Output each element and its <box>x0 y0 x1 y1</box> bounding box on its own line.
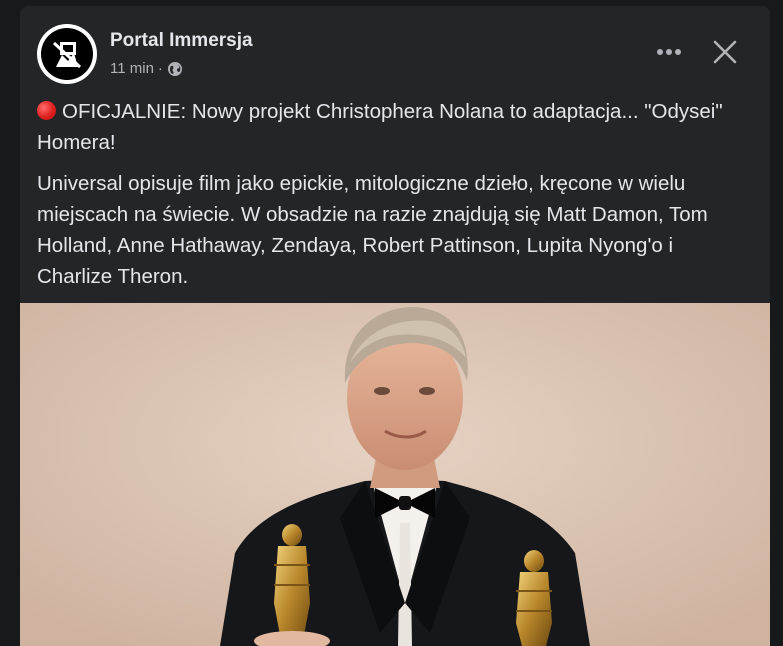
post-photo[interactable] <box>20 303 770 646</box>
headline-text: OFICJALNIE: Nowy projekt Christophera No… <box>37 100 723 154</box>
post-text: OFICJALNIE: Nowy projekt Christophera No… <box>37 96 752 292</box>
red-circle-icon <box>37 101 56 120</box>
photo-illustration <box>20 303 770 646</box>
page-avatar[interactable] <box>37 24 97 84</box>
post-header: Portal Immersja 11 min · <box>20 6 770 94</box>
logo-icon <box>52 41 82 69</box>
post-meta: 11 min · <box>110 60 183 77</box>
post-time[interactable]: 11 min <box>110 60 154 77</box>
meta-separator: · <box>157 60 163 77</box>
page-name[interactable]: Portal Immersja <box>110 30 253 52</box>
more-options-button[interactable] <box>647 34 691 70</box>
post-headline: OFICJALNIE: Nowy projekt Christophera No… <box>37 96 752 158</box>
close-button[interactable] <box>703 30 747 74</box>
globe-icon[interactable] <box>167 61 183 77</box>
more-options-icon <box>657 49 681 55</box>
page-logo <box>41 28 93 80</box>
close-icon <box>713 40 737 64</box>
post-body: Universal opisuje film jako epickie, mit… <box>37 172 708 288</box>
post-card: Portal Immersja 11 min · OFICJALNIE: Now… <box>20 6 770 646</box>
